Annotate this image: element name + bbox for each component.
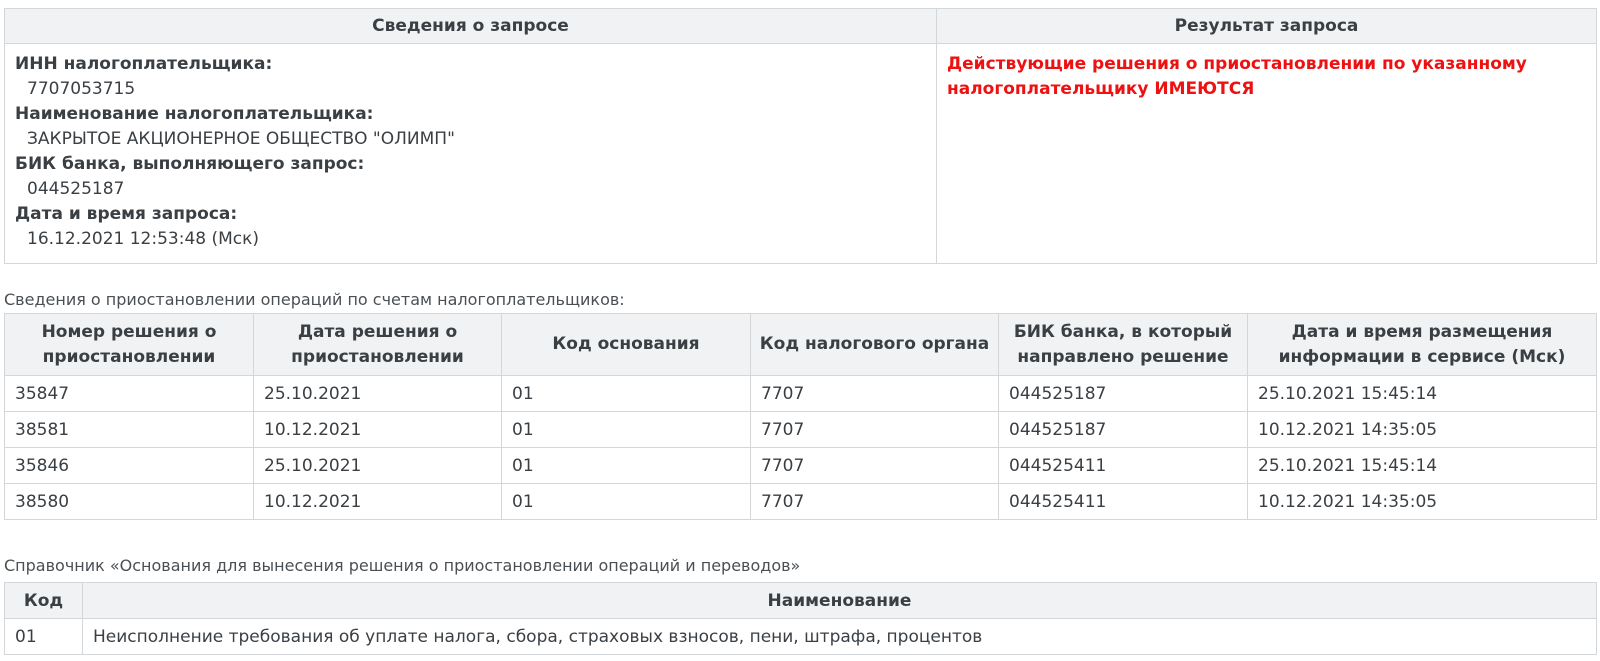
bank-bik-cell: 044525187 [998,375,1248,412]
col-header-basis-code: Код основания [501,313,751,376]
posted-datetime-cell: 25.10.2021 15:45:14 [1247,375,1597,412]
request-result-cell: Действующие решения о приостановлении по… [936,43,1597,264]
col-header-tax-authority-code: Код налогового органа [750,313,999,376]
bank-bik-cell: 044525187 [998,411,1248,448]
request-info-cell: ИНН налогоплательщика: 7707053715 Наимен… [4,43,937,264]
col-header-decision-date: Дата решения о приостановлении [253,313,502,376]
basis-code-cell: 01 [501,447,751,484]
posted-datetime-cell: 25.10.2021 15:45:14 [1247,447,1597,484]
bank-bik-cell: 044525411 [998,447,1248,484]
suspensions-header-row: Номер решения о приостановлении Дата реше… [4,313,1597,376]
table-row: 38581 10.12.2021 01 7707 044525187 10.12… [4,411,1597,448]
tax-authority-code-cell: 7707 [750,375,999,412]
suspensions-caption: Сведения о приостановлении операций по с… [4,290,625,309]
request-result-line-1: Действующие решения о приостановлении по… [947,54,1527,74]
inn-value: 7707053715 [27,79,136,99]
decision-date-cell: 10.12.2021 [253,483,502,520]
decision-date-cell: 10.12.2021 [253,411,502,448]
col-header-bank-bik: БИК банка, в который направлено решение [998,313,1248,376]
request-info-header-row: Сведения о запросе Результат запроса [4,8,1597,44]
taxpayer-name-label: Наименование налогоплательщика: [15,104,374,124]
table-row: 35847 25.10.2021 01 7707 044525187 25.10… [4,375,1597,412]
col-header-name: Наименование [82,582,1597,619]
request-datetime-label: Дата и время запроса: [15,204,238,224]
tax-authority-code-cell: 7707 [750,411,999,448]
bank-bik-cell: 044525411 [998,483,1248,520]
basis-code-cell: 01 [501,483,751,520]
request-info-body-row: ИНН налогоплательщика: 7707053715 Наимен… [4,43,1597,264]
col-header-code: Код [4,582,83,619]
basis-code-cell: 01 [501,375,751,412]
bank-bik-value: 044525187 [27,179,125,199]
reference-table: Код Наименование 01 Неисполнение требова… [4,582,1597,655]
table-row: 38580 10.12.2021 01 7707 044525411 10.12… [4,483,1597,520]
reference-name-cell: Неисполнение требования об уплате налога… [82,618,1597,655]
request-info-header: Сведения о запросе [4,8,937,44]
decision-number-cell: 38580 [4,483,254,520]
request-info-table: Сведения о запросе Результат запроса ИНН… [4,8,1597,264]
request-result-header: Результат запроса [936,8,1597,44]
suspensions-table: Номер решения о приостановлении Дата реше… [4,313,1597,520]
posted-datetime-cell: 10.12.2021 14:35:05 [1247,411,1597,448]
col-header-posted-datetime: Дата и время размещения информации в серв… [1247,313,1597,376]
request-result-text: Действующие решения о приостановлении по… [947,52,1586,102]
table-row: 01 Неисполнение требования об уплате нал… [4,618,1597,655]
decision-number-cell: 35846 [4,447,254,484]
request-result-line-2: налогоплательщику ИМЕЮТСЯ [947,79,1255,99]
tax-authority-code-cell: 7707 [750,447,999,484]
reference-header-row: Код Наименование [4,582,1597,619]
decision-date-cell: 25.10.2021 [253,375,502,412]
decision-number-cell: 35847 [4,375,254,412]
posted-datetime-cell: 10.12.2021 14:35:05 [1247,483,1597,520]
basis-code-cell: 01 [501,411,751,448]
reference-caption: Справочник «Основания для вынесения реше… [4,556,801,575]
request-datetime-value: 16.12.2021 12:53:48 (Мск) [27,229,260,249]
reference-code-cell: 01 [4,618,83,655]
inn-label: ИНН налогоплательщика: [15,54,273,74]
decision-date-cell: 25.10.2021 [253,447,502,484]
tax-authority-code-cell: 7707 [750,483,999,520]
decision-number-cell: 38581 [4,411,254,448]
taxpayer-name-value: ЗАКРЫТОЕ АКЦИОНЕРНОЕ ОБЩЕСТВО "ОЛИМП" [27,129,455,149]
col-header-decision-number: Номер решения о приостановлении [4,313,254,376]
bank-bik-label: БИК банка, выполняющего запрос: [15,154,365,174]
table-row: 35846 25.10.2021 01 7707 044525411 25.10… [4,447,1597,484]
